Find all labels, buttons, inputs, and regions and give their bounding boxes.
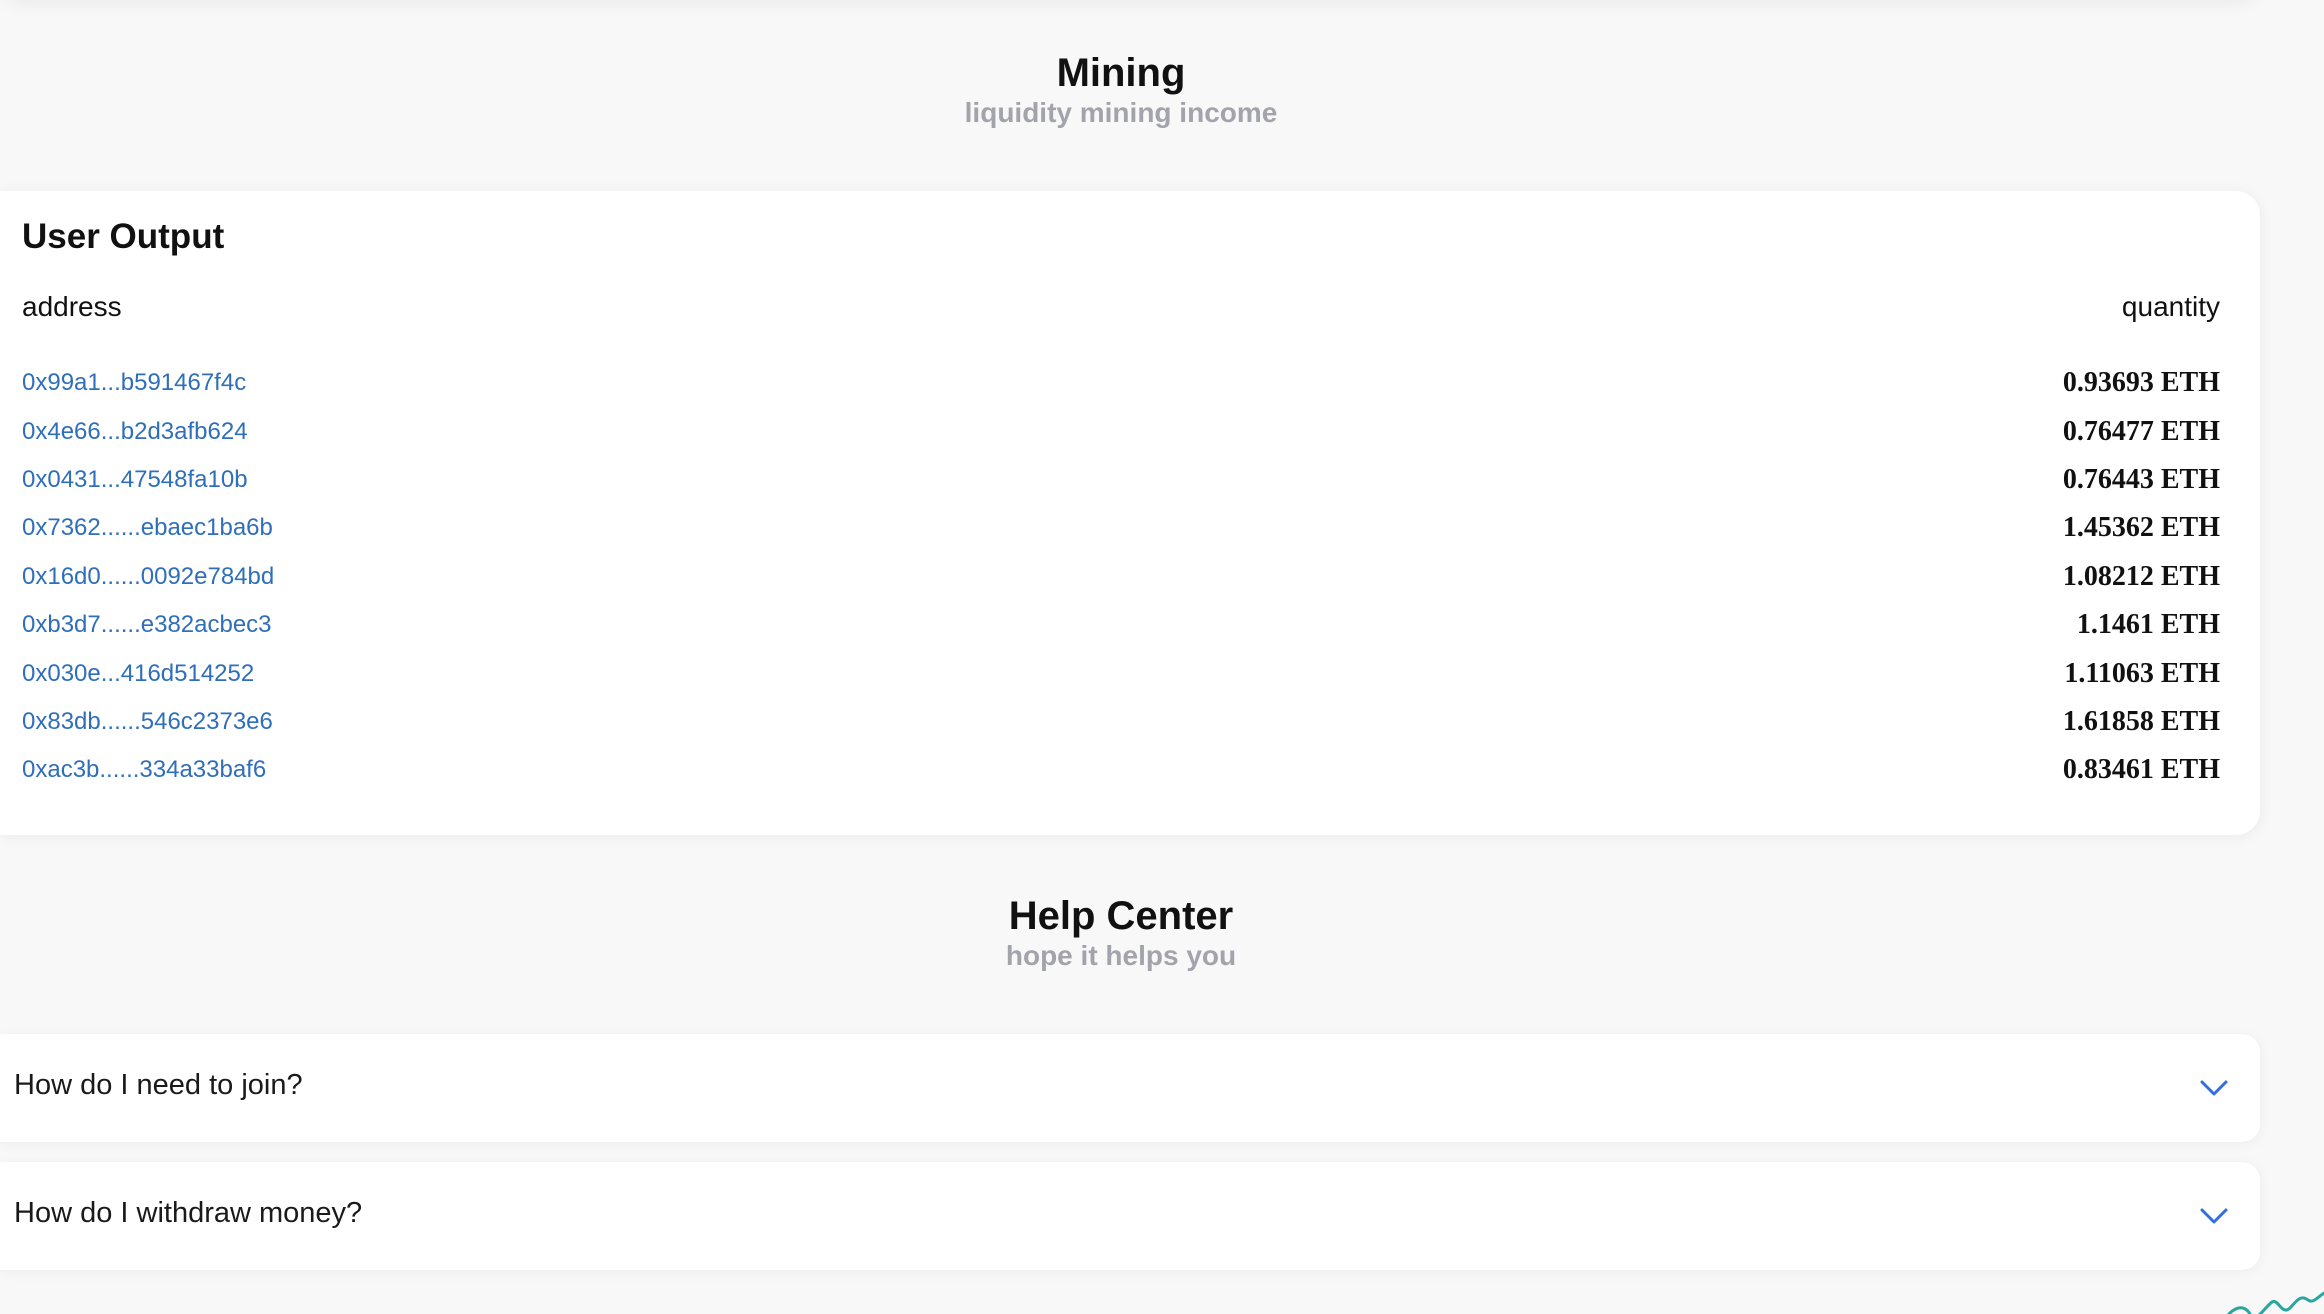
mining-header: Mining liquidity mining income xyxy=(0,50,2242,130)
help-center-header: Help Center hope it helps you xyxy=(0,893,2242,973)
table-row: 0x83db......546c2373e6 1.61858 ETH xyxy=(22,698,2220,746)
address-link[interactable]: 0x030e...416d514252 xyxy=(22,660,254,688)
mining-subtitle: liquidity mining income xyxy=(964,97,1278,128)
quantity-value: 1.45362 ETH xyxy=(2062,512,2220,544)
address-link[interactable]: 0x99a1...b591467f4c xyxy=(22,369,246,397)
chevron-down-icon[interactable] xyxy=(2196,1198,2232,1234)
quantity-value: 1.08212 ETH xyxy=(2062,560,2220,592)
table-row: 0x16d0......0092e784bd 1.08212 ETH xyxy=(22,553,2220,601)
address-link[interactable]: 0xac3b......334a33baf6 xyxy=(22,756,266,784)
quantity-value: 1.1461 ETH xyxy=(2076,609,2220,641)
help-center-title: Help Center xyxy=(1008,894,1234,938)
address-link[interactable]: 0x0431...47548fa10b xyxy=(22,466,248,494)
quantity-value: 1.11063 ETH xyxy=(2064,657,2220,689)
quantity-column-header: quantity xyxy=(2121,291,2220,322)
faq-question: How do I withdraw money? xyxy=(14,1197,363,1229)
quantity-value: 0.83461 ETH xyxy=(2062,754,2220,786)
address-column-header: address xyxy=(22,291,122,322)
quantity-value: 0.93693 ETH xyxy=(2062,367,2220,399)
quantity-value: 0.76443 ETH xyxy=(2062,463,2220,495)
chevron-down-icon[interactable] xyxy=(2196,1070,2232,1106)
faq-question: How do I need to join? xyxy=(14,1069,303,1101)
address-link[interactable]: 0x7362......ebaec1ba6b xyxy=(22,514,273,542)
table-row: 0x7362......ebaec1ba6b 1.45362 ETH xyxy=(22,504,2220,552)
user-output-card: User Output address quantity 0x99a1...b5… xyxy=(0,191,2260,835)
user-output-title: User Output xyxy=(22,217,225,256)
faq-item-join[interactable]: How do I need to join? xyxy=(0,1034,2260,1142)
table-row: 0x0431...47548fa10b 0.76443 ETH xyxy=(22,456,2220,504)
address-link[interactable]: 0x4e66...b2d3afb624 xyxy=(22,418,248,446)
table-row: 0xac3b......334a33baf6 0.83461 ETH xyxy=(22,746,2220,794)
table-row: 0x99a1...b591467f4c 0.93693 ETH xyxy=(22,359,2220,407)
decorative-squiggle-icon xyxy=(2226,1291,2324,1314)
quantity-value: 1.61858 ETH xyxy=(2062,705,2220,737)
table-row: 0x4e66...b2d3afb624 0.76477 ETH xyxy=(22,407,2220,455)
user-output-list: 0x99a1...b591467f4c 0.93693 ETH 0x4e66..… xyxy=(22,359,2220,795)
help-center-subtitle: hope it helps you xyxy=(1005,940,1237,971)
mining-title: Mining xyxy=(1056,51,1186,95)
faq-item-withdraw[interactable]: How do I withdraw money? xyxy=(0,1162,2260,1270)
table-row: 0xb3d7......e382acbec3 1.1461 ETH xyxy=(22,601,2220,649)
table-row: 0x030e...416d514252 1.11063 ETH xyxy=(22,649,2220,697)
address-link[interactable]: 0xb3d7......e382acbec3 xyxy=(22,611,272,639)
address-link[interactable]: 0x83db......546c2373e6 xyxy=(22,708,273,736)
quantity-value: 0.76477 ETH xyxy=(2062,415,2220,447)
address-link[interactable]: 0x16d0......0092e784bd xyxy=(22,563,274,591)
